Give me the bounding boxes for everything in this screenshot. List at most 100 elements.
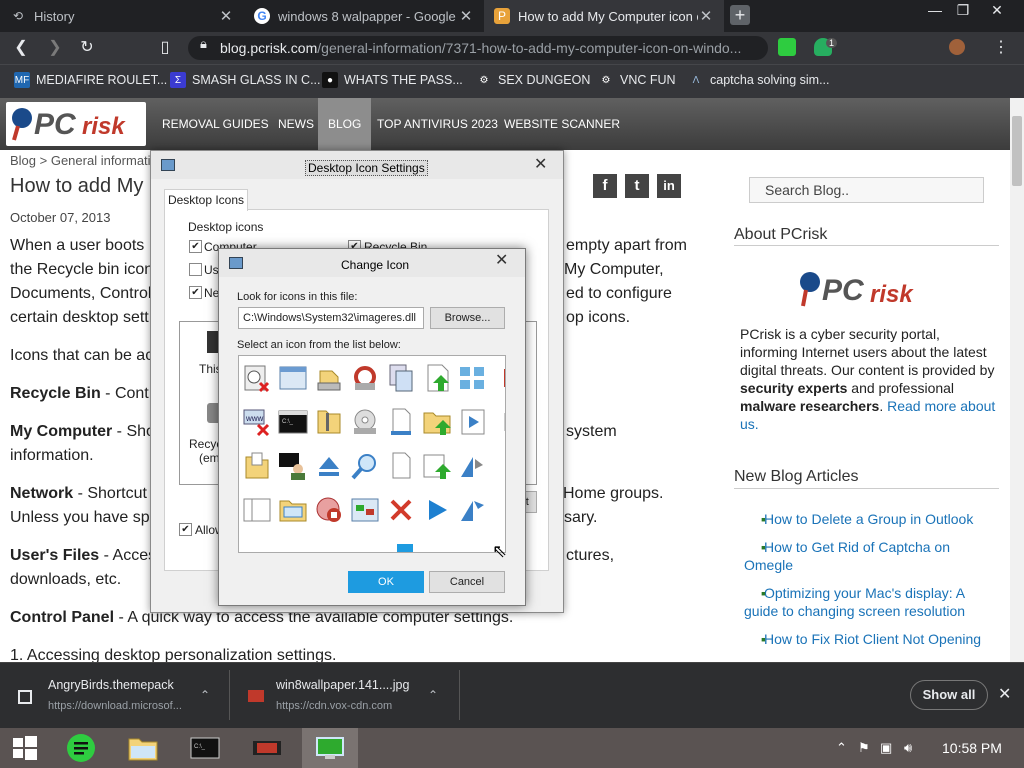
back-icon[interactable]: ❮	[10, 38, 32, 58]
bookmark-item[interactable]: ● WHATS THE PASS...	[322, 71, 463, 89]
linkedin-icon[interactable]: in	[657, 174, 681, 198]
bookmark-icon[interactable]: ▯	[154, 38, 176, 58]
show-all-button[interactable]: Show all	[910, 680, 988, 710]
command-prompt-icon[interactable]: C:\_	[277, 406, 309, 438]
bookmark-item[interactable]: ⚙ SEX DUNGEON	[476, 71, 591, 89]
chevron-up-icon[interactable]: ⌃	[200, 688, 210, 702]
clock[interactable]: 10:58 PM	[942, 740, 1002, 756]
network-error-icon[interactable]: www	[241, 406, 273, 438]
maximize-button[interactable]: ❐	[946, 0, 980, 24]
close-icon[interactable]: ✕	[534, 154, 547, 174]
scrollbar-thumb[interactable]	[1012, 116, 1022, 186]
media-icon[interactable]	[457, 406, 489, 438]
flag-error-icon[interactable]: ⚑	[858, 740, 870, 756]
search-input[interactable]: Search Blog..	[749, 177, 984, 203]
refresh-icon[interactable]	[349, 362, 381, 394]
computer-checkbox[interactable]: ✔	[189, 240, 202, 253]
facebook-icon[interactable]: f	[593, 174, 617, 198]
file-path-input[interactable]: C:\Windows\System32\imageres.dll	[238, 307, 424, 329]
article-link[interactable]: How to Get Rid of Captcha on Omegle	[741, 538, 1000, 574]
lock-icon[interactable]: 🔒︎	[200, 36, 207, 52]
app-taskbar-icon[interactable]	[242, 728, 292, 768]
folder-doc-icon[interactable]	[241, 450, 273, 482]
nav-website-scanner[interactable]: WEBSITE SCANNER	[494, 98, 630, 150]
tab-history[interactable]: ⟲ History ✕	[0, 0, 244, 32]
allow-themes-checkbox[interactable]: ✔	[179, 523, 192, 536]
partial-icon[interactable]	[493, 406, 505, 438]
delete-icon[interactable]	[385, 494, 417, 526]
ok-button[interactable]: OK	[348, 571, 424, 593]
menu-icon[interactable]: ⋮	[990, 38, 1012, 58]
icon-list[interactable]: www C:\_	[238, 355, 506, 553]
play-icon[interactable]	[421, 494, 453, 526]
bookmark-item[interactable]: Λcaptcha solving sim...	[688, 71, 830, 89]
disc-drive-icon[interactable]	[349, 406, 381, 438]
network-icon[interactable]: ▣	[880, 740, 892, 756]
clock-error-icon[interactable]	[241, 362, 273, 394]
window-panel-icon[interactable]	[241, 494, 273, 526]
bookmark-item[interactable]: MF MEDIAFIRE ROULET...	[14, 71, 167, 89]
new-tab-button[interactable]: +	[730, 5, 750, 25]
sync-icon[interactable]	[457, 450, 489, 482]
window-icon[interactable]	[277, 362, 309, 394]
tab-desktop-icons[interactable]: Desktop Icons	[164, 189, 248, 211]
chevron-up-icon[interactable]: ⌃	[836, 740, 847, 756]
chevron-up-icon[interactable]: ⌃	[428, 688, 438, 702]
nav-top-antivirus[interactable]: TOP ANTIVIRUS 2023	[367, 98, 508, 150]
forward-icon[interactable]: ❯	[44, 38, 66, 58]
folder-upload-icon[interactable]	[421, 406, 453, 438]
nav-blog[interactable]: BLOG	[318, 98, 372, 150]
control-panel-icon[interactable]	[349, 494, 381, 526]
article-link[interactable]: How to Fix Riot Client Not Opening	[741, 630, 1000, 648]
close-tab-icon[interactable]: ✕	[458, 7, 474, 25]
network-checkbox[interactable]: ✔	[189, 286, 202, 299]
tab-google-search[interactable]: G windows 8 walpapper - Google Se ✕	[244, 0, 484, 32]
close-tab-icon[interactable]: ✕	[218, 7, 234, 25]
profile-avatar[interactable]	[949, 39, 965, 55]
article-link[interactable]: How to Delete a Group in Outlook	[741, 510, 1000, 528]
download-item[interactable]: win8wallpaper.141....jpg https://cdn.vox…	[230, 670, 458, 718]
folder-window-icon[interactable]	[277, 494, 309, 526]
file-explorer-icon[interactable]	[118, 728, 168, 768]
disc-stop-icon[interactable]	[313, 494, 345, 526]
close-downloads-icon[interactable]: ✕	[998, 684, 1011, 704]
pcrisk-logo[interactable]: PC risk	[6, 102, 146, 146]
zip-folder-icon[interactable]	[313, 406, 345, 438]
close-window-button[interactable]: ✕	[980, 0, 1014, 24]
bookmark-item[interactable]: ⚙ VNC FUN	[598, 71, 676, 89]
partial-icon[interactable]	[493, 362, 505, 394]
partial-icon[interactable]	[493, 494, 505, 526]
blank-document-icon[interactable]	[385, 450, 417, 482]
address-bar[interactable]: blog.pcrisk.com/general-information/7371…	[188, 36, 768, 60]
browse-button[interactable]: Browse...	[430, 307, 505, 329]
twitter-icon[interactable]: t	[625, 174, 649, 198]
transfer-icon[interactable]	[457, 362, 489, 394]
install-icon[interactable]	[421, 450, 453, 482]
search-icon[interactable]	[349, 450, 381, 482]
app-icon[interactable]	[56, 728, 106, 768]
nav-news[interactable]: NEWS	[268, 98, 324, 150]
tab-pcrisk-article[interactable]: P How to add My Computer icon on ✕	[484, 0, 724, 32]
article-link[interactable]: Optimizing your Mac's display: A guide t…	[741, 584, 1000, 620]
partial-icon[interactable]	[493, 450, 505, 482]
tile-icon[interactable]	[389, 534, 421, 552]
nav-removal-guides[interactable]: REMOVAL GUIDES	[152, 98, 279, 150]
eject-icon[interactable]	[313, 450, 345, 482]
users-files-checkbox[interactable]	[189, 263, 202, 276]
close-icon[interactable]: ✕	[495, 250, 508, 270]
drive-icon[interactable]	[313, 362, 345, 394]
breadcrumb[interactable]: Blog > General informati	[10, 153, 151, 168]
volume-icon[interactable]: 🔊︎	[904, 740, 912, 756]
sync-arrow-icon[interactable]	[457, 494, 489, 526]
bookmark-item[interactable]: Σ SMASH GLASS IN C...	[170, 71, 321, 89]
download-item[interactable]: AngryBirds.themepack https://download.mi…	[0, 670, 228, 718]
document-icon[interactable]	[385, 406, 417, 438]
reload-icon[interactable]: ↻	[76, 38, 98, 58]
command-prompt-taskbar-icon[interactable]: C:\_	[180, 728, 230, 768]
close-tab-icon[interactable]: ✕	[698, 7, 714, 25]
upload-icon[interactable]	[421, 362, 453, 394]
user-console-icon[interactable]	[277, 450, 309, 482]
documents-icon[interactable]	[385, 362, 417, 394]
start-button[interactable]	[0, 728, 50, 768]
cancel-button[interactable]: Cancel	[429, 571, 505, 593]
